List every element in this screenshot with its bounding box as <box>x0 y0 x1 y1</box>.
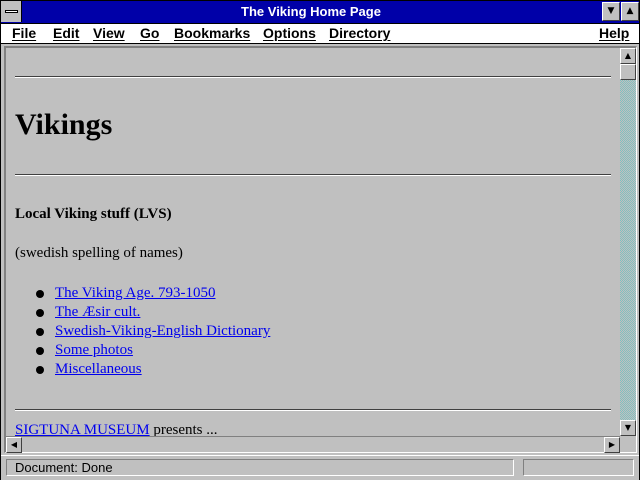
arrow-right-icon[interactable]: ▶ <box>604 437 620 453</box>
status-bar: Document: Done <box>1 455 639 480</box>
menu-file[interactable]: File <box>12 24 36 43</box>
section-title: Local Viking stuff (LVS) <box>15 206 172 222</box>
link-list: The Viking Age. 793-1050 The Æsir cult. … <box>36 284 270 379</box>
menu-bookmarks[interactable]: Bookmarks <box>174 24 250 43</box>
link-miscellaneous[interactable]: Miscellaneous <box>55 361 142 377</box>
arrow-left-icon[interactable]: ◀ <box>6 437 22 453</box>
divider <box>15 409 611 411</box>
browser-window: The Viking Home Page ▼ ▲ File Edit View … <box>0 0 640 480</box>
progress-indicator <box>523 459 634 476</box>
link-sigtuna-museum[interactable]: SIGTUNA MUSEUM <box>15 422 150 436</box>
bullet-icon <box>36 347 44 355</box>
menu-options[interactable]: Options <box>263 24 316 43</box>
museum-line-text: presents ... <box>149 422 218 436</box>
bullet-icon <box>36 366 44 374</box>
menu-edit[interactable]: Edit <box>53 24 79 43</box>
menu-directory[interactable]: Directory <box>329 24 390 43</box>
scroll-thumb[interactable] <box>620 64 636 80</box>
museum-line: SIGTUNA MUSEUM presents ... <box>15 422 218 436</box>
page-heading: Vikings <box>15 108 113 141</box>
scrollbar-corner <box>620 436 636 452</box>
divider <box>15 174 611 176</box>
spelling-note: (swedish spelling of names) <box>15 245 183 261</box>
horizontal-scrollbar[interactable]: ◀ ▶ <box>6 436 620 453</box>
page-content: Vikings Local Viking stuff (LVS) (swedis… <box>6 48 619 436</box>
status-text: Document: Done <box>6 459 514 476</box>
link-aesir-cult[interactable]: The Æsir cult. <box>55 304 140 320</box>
system-menu-icon[interactable] <box>1 1 22 22</box>
maximize-icon[interactable]: ▲ <box>621 2 639 21</box>
arrow-up-icon[interactable]: ▲ <box>620 48 636 64</box>
list-item: Miscellaneous <box>36 360 270 379</box>
list-item: Some photos <box>36 341 270 360</box>
menu-go[interactable]: Go <box>140 24 159 43</box>
bullet-icon <box>36 290 44 298</box>
link-photos[interactable]: Some photos <box>55 342 133 358</box>
bullet-icon <box>36 328 44 336</box>
link-dictionary[interactable]: Swedish-Viking-English Dictionary <box>55 323 270 339</box>
list-item: The Viking Age. 793-1050 <box>36 284 270 303</box>
vertical-scrollbar[interactable]: ▲ ▼ <box>620 48 636 436</box>
list-item: The Æsir cult. <box>36 303 270 322</box>
minimize-icon[interactable]: ▼ <box>602 2 620 21</box>
bullet-icon <box>36 309 44 317</box>
link-viking-age[interactable]: The Viking Age. 793-1050 <box>55 285 215 301</box>
menu-view[interactable]: View <box>93 24 125 43</box>
arrow-down-icon[interactable]: ▼ <box>620 420 636 436</box>
title-bar: The Viking Home Page ▼ ▲ <box>1 1 639 24</box>
list-item: Swedish-Viking-English Dictionary <box>36 322 270 341</box>
window-title: The Viking Home Page <box>241 4 381 19</box>
menu-help[interactable]: Help <box>599 24 629 43</box>
divider <box>15 76 611 78</box>
menu-bar: File Edit View Go Bookmarks Options Dire… <box>1 24 639 44</box>
